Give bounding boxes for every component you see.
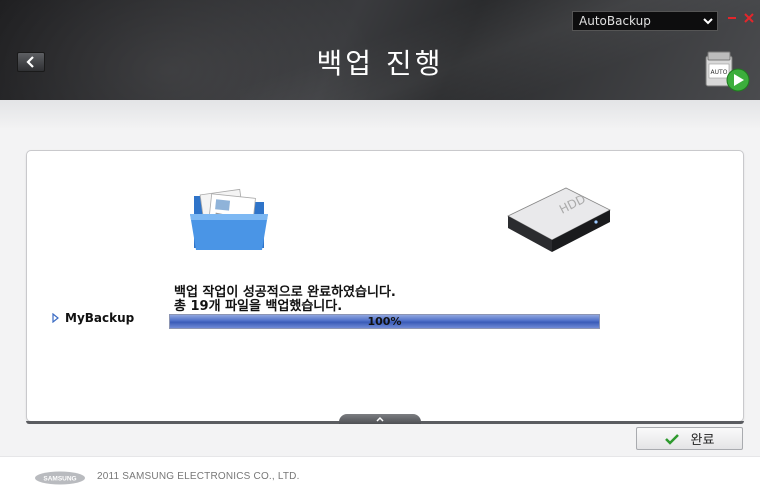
minimize-button[interactable] — [726, 10, 738, 26]
mode-select[interactable]: AutoBackup — [572, 11, 718, 31]
chevron-down-icon — [699, 17, 717, 25]
samsung-logo-text: SAMSUNG — [43, 476, 76, 483]
copyright-text: 2011 SAMSUNG ELECTRONICS CO., LTD. — [97, 471, 300, 482]
checkmark-icon — [664, 433, 679, 445]
samsung-logo: SAMSUNG — [34, 470, 86, 485]
backup-item-label: MyBackup — [65, 311, 135, 325]
auto-icon-text: AUTO — [711, 69, 728, 76]
progress-text: 100% — [367, 315, 402, 328]
backup-item-row: MyBackup — [52, 311, 134, 325]
minimize-icon — [728, 17, 736, 19]
mode-select-value: AutoBackup — [579, 14, 651, 28]
close-icon — [744, 13, 754, 23]
finish-button[interactable]: 완료 — [636, 427, 743, 450]
page-title: 백업 진행 — [316, 47, 444, 80]
chevron-up-icon — [376, 416, 384, 422]
expand-arrow-icon[interactable] — [52, 313, 62, 323]
auto-backup-icon[interactable]: AUTO — [702, 50, 752, 94]
close-button[interactable] — [743, 10, 755, 26]
folder-icon — [188, 188, 270, 254]
finish-button-label: 완료 — [690, 433, 715, 448]
file-count-message: 총 19개 파일을 백업했습니다. — [174, 299, 343, 314]
progress-bar: 100% — [169, 314, 600, 329]
hdd-icon: HDD — [502, 180, 614, 256]
collapse-toggle[interactable] — [339, 414, 421, 424]
title-bar: 백업 진행 AutoBackup AUTO — [0, 0, 760, 100]
toolbar-strip — [0, 100, 760, 128]
